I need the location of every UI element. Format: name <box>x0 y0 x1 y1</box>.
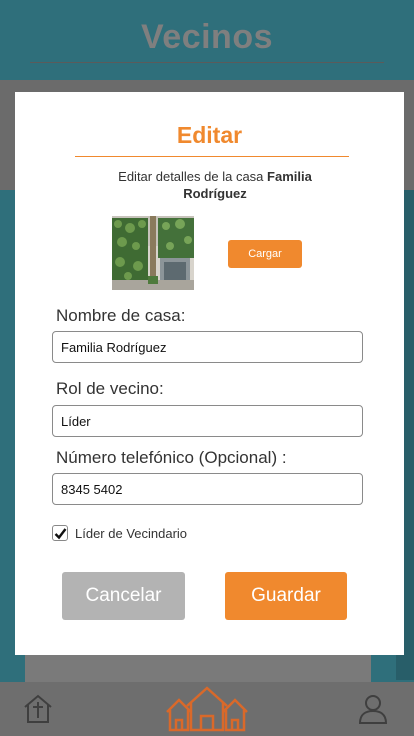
leader-checkbox-row[interactable]: Líder de Vecindario <box>52 524 187 542</box>
checkmark-icon <box>54 527 66 539</box>
cancel-button[interactable]: Cancelar <box>62 572 185 620</box>
modal-title-divider <box>75 156 349 157</box>
house-name-label: Nombre de casa: <box>56 306 186 325</box>
role-input[interactable] <box>52 405 363 437</box>
modal-title: Editar <box>176 122 243 148</box>
app-title: Vecinos <box>140 18 273 56</box>
title-divider <box>30 62 384 63</box>
bottom-navigation <box>0 682 414 736</box>
phone-label: Número telefónico (Opcional) : <box>56 448 287 467</box>
neighborhood-icon[interactable] <box>165 686 249 734</box>
subtitle-prefix: Editar detalles de la casa <box>118 169 268 184</box>
house-photo <box>112 216 194 290</box>
church-icon[interactable] <box>22 692 54 724</box>
modal-subtitle: Editar detalles de la casa Familia Rodrí… <box>85 168 345 202</box>
leader-checkbox-label: Líder de Vecindario <box>75 525 188 541</box>
edit-house-modal: Editar Editar detalles de la casa Famili… <box>15 92 404 655</box>
house-name-input[interactable] <box>52 331 363 363</box>
profile-icon[interactable] <box>358 694 388 724</box>
role-label: Rol de vecino: <box>56 379 164 398</box>
leader-checkbox[interactable] <box>52 525 68 541</box>
save-button[interactable]: Guardar <box>225 572 347 620</box>
upload-photo-button[interactable]: Cargar <box>228 240 302 268</box>
app-header: Vecinos <box>0 0 414 80</box>
phone-input[interactable] <box>52 473 363 505</box>
